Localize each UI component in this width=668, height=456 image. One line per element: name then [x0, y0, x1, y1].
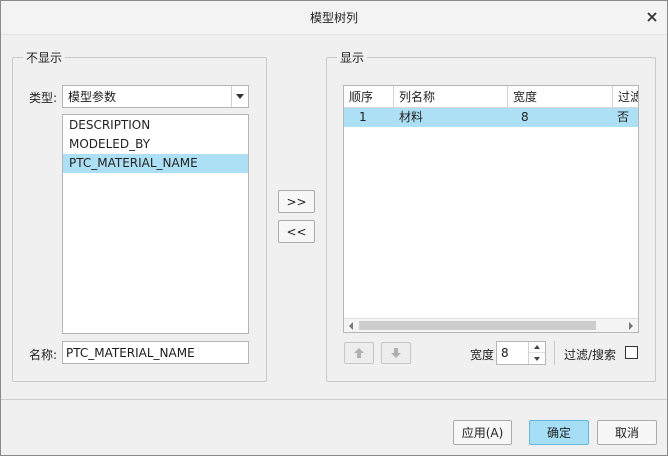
cancel-button[interactable]: 取消	[597, 420, 657, 445]
spinner-up-icon[interactable]	[529, 342, 545, 353]
cancel-button-label: 取消	[614, 426, 639, 440]
column-header-order[interactable]: 顺序	[344, 86, 394, 108]
list-item[interactable]: MODELED_BY	[63, 135, 248, 154]
apply-button[interactable]: 应用(A)	[453, 420, 512, 445]
column-header-name[interactable]: 列名称	[394, 86, 508, 108]
name-field-value: PTC_MATERIAL_NAME	[66, 345, 195, 360]
row-filter: 否	[617, 110, 630, 124]
scroll-left-icon[interactable]	[344, 319, 358, 332]
width-spinner-value: 8	[501, 346, 509, 360]
apply-button-label: 应用(A)	[461, 426, 504, 440]
width-label: 宽度	[470, 348, 495, 362]
row-width: 8	[521, 110, 529, 124]
shown-columns-table[interactable]: 顺序 列名称 宽度 过滤 1 材料 8 否	[343, 85, 639, 333]
column-header-filter[interactable]: 过滤	[613, 86, 638, 108]
ok-button[interactable]: 确定	[529, 420, 589, 445]
hidden-columns-list[interactable]: DESCRIPTION MODELED_BY PTC_MATERIAL_NAME	[62, 114, 249, 334]
filter-search-checkbox[interactable]	[625, 346, 638, 359]
arrow-down-icon	[391, 348, 401, 358]
list-item[interactable]: DESCRIPTION	[63, 116, 248, 135]
name-field[interactable]: PTC_MATERIAL_NAME	[62, 341, 249, 364]
dialog-title: 模型树列	[309, 11, 358, 25]
chevron-down-icon[interactable]	[231, 86, 248, 107]
move-down-button[interactable]	[381, 342, 411, 364]
model-tree-columns-dialog: 模型树列 不显示 类型: 模型参数 DESCRIPTION MODELED_BY…	[0, 0, 668, 456]
close-icon[interactable]	[641, 6, 663, 28]
title-divider	[1, 34, 667, 35]
shown-columns-legend: 显示	[340, 51, 365, 65]
spinner-down-icon[interactable]	[529, 353, 545, 364]
scroll-right-icon[interactable]	[624, 319, 638, 332]
table-row[interactable]: 1 材料 8 否	[344, 108, 638, 127]
row-order: 1	[359, 110, 367, 124]
close-x-glyph	[647, 12, 657, 22]
remove-column-label: <<	[286, 224, 307, 239]
table-header: 顺序 列名称 宽度 过滤	[344, 86, 638, 108]
footer-divider	[1, 399, 667, 400]
type-label: 类型:	[29, 91, 58, 105]
width-spinner[interactable]: 8	[496, 341, 546, 365]
type-dropdown-value: 模型参数	[68, 90, 117, 104]
filter-search-label: 过滤/搜索	[564, 348, 617, 362]
title-bar: 模型树列	[1, 1, 667, 34]
hidden-columns-legend: 不显示	[26, 51, 63, 65]
move-up-button[interactable]	[344, 342, 374, 364]
ok-button-label: 确定	[546, 426, 571, 440]
list-item-selected[interactable]: PTC_MATERIAL_NAME	[63, 154, 248, 173]
add-column-label: >>	[286, 194, 307, 209]
type-dropdown[interactable]: 模型参数	[62, 85, 249, 108]
column-header-width[interactable]: 宽度	[508, 86, 613, 108]
toolbar-divider	[554, 341, 555, 365]
row-name: 材料	[399, 110, 424, 124]
scrollbar-thumb[interactable]	[359, 321, 596, 330]
horizontal-scrollbar[interactable]	[344, 318, 638, 332]
remove-column-button[interactable]: <<	[278, 220, 315, 243]
add-column-button[interactable]: >>	[278, 190, 315, 213]
arrow-up-icon	[354, 348, 364, 358]
name-label: 名称:	[29, 348, 58, 362]
